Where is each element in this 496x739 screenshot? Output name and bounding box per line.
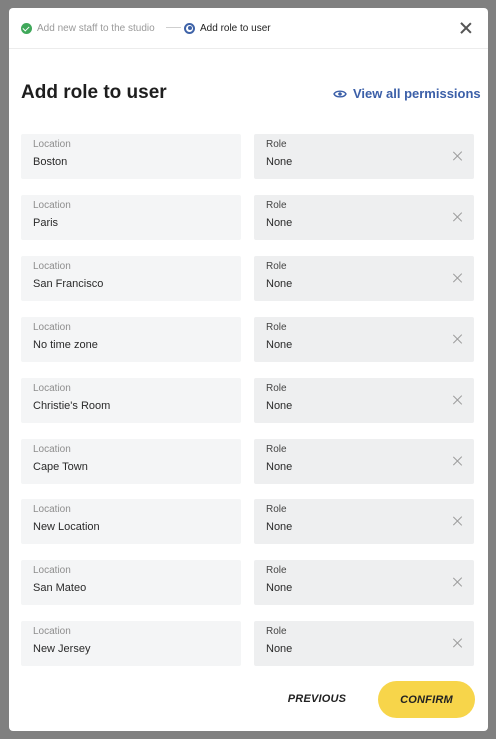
location-label: Location [33,139,71,150]
location-field[interactable]: Location Boston [21,134,241,179]
close-icon[interactable] [456,18,476,38]
role-value: None [266,643,293,655]
location-value: San Francisco [33,278,104,290]
location-label: Location [33,322,71,333]
role-select[interactable]: Role None [254,195,474,240]
step-add-new-staff: Add new staff to the studio [21,20,155,36]
current-step-icon [184,22,195,34]
clear-icon[interactable] [452,211,464,223]
confirm-button[interactable]: CONFIRM [378,681,475,718]
clear-icon[interactable] [452,515,464,527]
role-label: Role [266,200,287,211]
view-all-permissions-link[interactable]: View all permissions [333,86,481,101]
location-field[interactable]: Location San Mateo [21,560,241,605]
location-field[interactable]: Location No time zone [21,317,241,362]
previous-button[interactable]: PREVIOUS [275,687,359,711]
role-value: None [266,582,293,594]
view-all-permissions-label: View all permissions [353,86,481,101]
location-value: Christie's Room [33,400,111,412]
check-circle-icon [21,22,32,34]
location-field[interactable]: Location Cape Town [21,439,241,484]
role-select[interactable]: Role None [254,621,474,666]
step-connector [166,27,181,28]
role-assignment-row: Location New Location Role None [21,499,475,545]
role-value: None [266,156,293,168]
clear-icon[interactable] [452,455,464,467]
role-value: None [266,400,293,412]
location-value: New Location [33,521,100,533]
role-select[interactable]: Role None [254,378,474,423]
role-assignment-row: Location Christie's Room Role None [21,378,475,424]
role-label: Role [266,139,287,150]
role-select[interactable]: Role None [254,439,474,484]
location-value: New Jersey [33,643,91,655]
location-field[interactable]: Location Christie's Room [21,378,241,423]
add-role-modal: Add new staff to the studio Add role to … [9,8,488,731]
role-label: Role [266,444,287,455]
location-label: Location [33,444,71,455]
stepper: Add new staff to the studio Add role to … [9,8,488,49]
role-label: Role [266,565,287,576]
role-select[interactable]: Role None [254,134,474,179]
role-value: None [266,217,293,229]
clear-icon[interactable] [452,150,464,162]
clear-icon[interactable] [452,637,464,649]
role-assignment-row: Location New Jersey Role None [21,621,475,667]
page-title: Add role to user [21,82,167,103]
clear-icon[interactable] [452,272,464,284]
role-select[interactable]: Role None [254,317,474,362]
role-label: Role [266,261,287,272]
clear-icon[interactable] [452,576,464,588]
location-value: Cape Town [33,461,88,473]
role-assignment-row: Location Cape Town Role None [21,439,475,485]
location-value: No time zone [33,339,98,351]
role-assignment-row: Location San Mateo Role None [21,560,475,606]
location-value: San Mateo [33,582,87,594]
clear-icon[interactable] [452,394,464,406]
role-assignment-row: Location Boston Role None [21,134,475,180]
step-add-role: Add role to user [184,20,271,36]
location-field[interactable]: Location New Jersey [21,621,241,666]
step-label: Add new staff to the studio [37,22,155,34]
role-select[interactable]: Role None [254,499,474,544]
location-label: Location [33,261,71,272]
role-value: None [266,339,293,351]
role-label: Role [266,383,287,394]
step-label: Add role to user [200,22,271,34]
role-select[interactable]: Role None [254,256,474,301]
role-value: None [266,461,293,473]
location-value: Paris [33,217,59,229]
clear-icon[interactable] [452,333,464,345]
location-label: Location [33,383,71,394]
location-field[interactable]: Location New Location [21,499,241,544]
location-field[interactable]: Location Paris [21,195,241,240]
location-label: Location [33,626,71,637]
role-label: Role [266,322,287,333]
location-label: Location [33,200,71,211]
role-select[interactable]: Role None [254,560,474,605]
role-assignment-row: Location No time zone Role None [21,317,475,363]
location-field[interactable]: Location San Francisco [21,256,241,301]
role-assignment-row: Location Paris Role None [21,195,475,241]
role-assignment-row: Location San Francisco Role None [21,256,475,302]
role-label: Role [266,504,287,515]
location-label: Location [33,565,71,576]
role-value: None [266,278,293,290]
location-label: Location [33,504,71,515]
location-value: Boston [33,156,68,168]
role-label: Role [266,626,287,637]
role-value: None [266,521,293,533]
eye-icon [333,89,347,98]
